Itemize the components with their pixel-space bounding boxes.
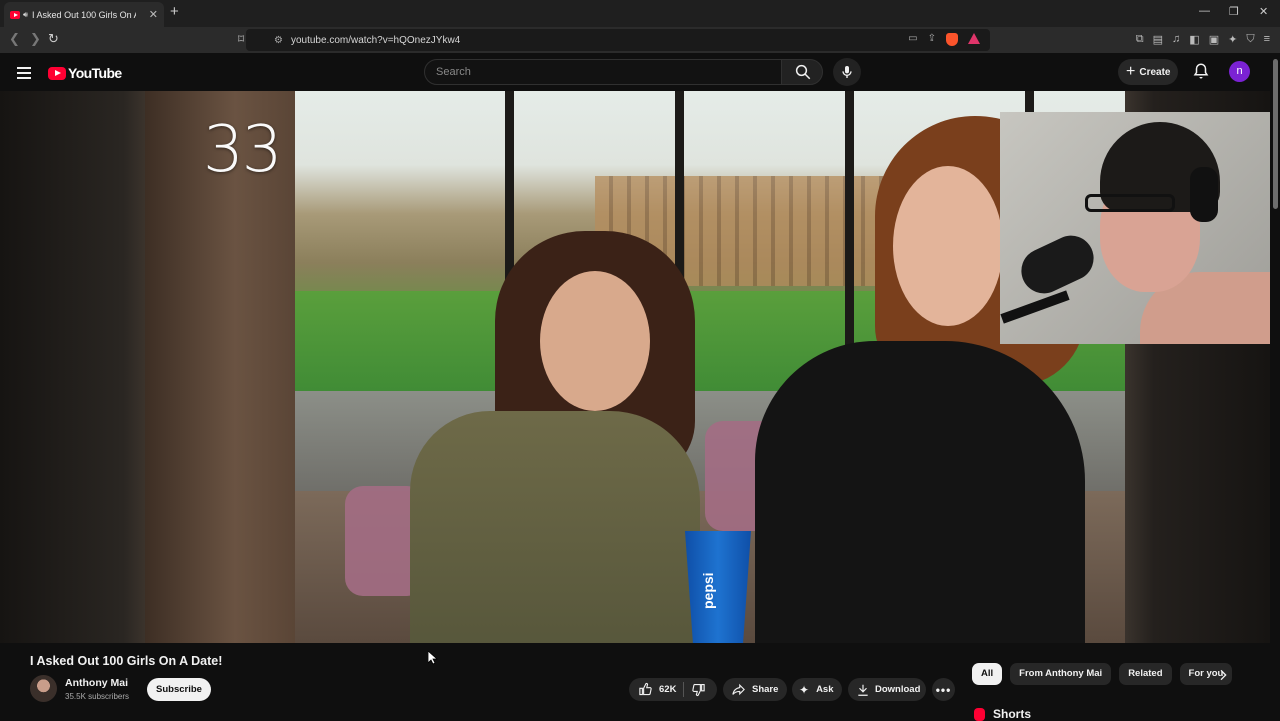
download-icon [858,684,868,696]
chip-from-channel[interactable]: From Anthony Mai [1010,663,1112,685]
video-title: I Asked Out 100 Girls On A Date! [30,654,223,668]
thumbs-down-icon[interactable] [691,682,706,697]
download-label: Download [875,684,921,695]
reload-icon[interactable]: ↻ [48,31,59,47]
overlay-counter: 33 [203,113,282,187]
leo-ai-icon[interactable]: ✦ [1228,33,1237,46]
cup-brand-text: pepsi [700,572,716,610]
video-frame[interactable]: pepsi [145,91,1125,643]
share-icon [732,683,745,696]
channel-name[interactable]: Anthony Mai [65,677,128,689]
mouse-cursor-icon [428,651,438,665]
browser-tab-youtube[interactable]: 🔊︎ I Asked Out 100 Girls On A Da ✕ [4,2,164,27]
youtube-header: YouTube Search + Create n [0,53,1280,91]
glasses [1085,194,1175,212]
address-bar[interactable]: ⌑ ⚙ youtube.com/watch?v=hQOnezJYkw4 ▭ ⇪ [238,29,990,51]
like-count[interactable]: 62K [659,684,676,695]
person-left-body [410,411,700,643]
sparkle-icon: ✦ [799,682,810,697]
subscribe-button[interactable]: Subscribe [147,678,211,701]
divider [683,682,685,697]
extensions-icon[interactable]: ⧉ [1136,33,1144,46]
related-chips: All From Anthony Mai Related For you [972,663,1233,685]
url-text: youtube.com/watch?v=hQOnezJYkw4 [290,34,461,46]
ambient-left [0,91,145,643]
media-icon[interactable]: ♫ [1172,33,1180,46]
tab-close-icon[interactable]: ✕ [149,8,158,21]
tab-title: I Asked Out 100 Girls On A Da [32,9,136,20]
extensions-area: ⧉ ▤ ♫ ◧ ▣ ✦ ⛉ ≡ [1136,33,1270,46]
address-bar-actions: ▭ ⇪ [908,33,980,46]
youtube-play-icon [48,66,66,80]
ask-label: Ask [816,684,834,695]
like-dislike-group: 62K [629,678,717,701]
search-button[interactable] [781,59,823,85]
browser-tabstrip: 🔊︎ I Asked Out 100 Girls On A Da ✕ + — ❐… [0,0,1280,27]
share-button[interactable]: Share [723,678,787,701]
cast-icon[interactable]: ▭ [908,33,917,46]
plus-icon: + [1126,63,1136,80]
chip-all[interactable]: All [972,663,1003,685]
forward-icon[interactable]: ❯ [30,31,41,47]
person-right-body [755,341,1085,643]
sidebar-icon[interactable]: ◧ [1189,33,1199,46]
ask-button[interactable]: ✦ Ask [792,678,842,701]
more-actions-button[interactable]: ••• [932,678,955,701]
guide-menu-icon[interactable] [17,67,31,82]
minimize-button[interactable]: — [1199,5,1210,17]
new-tab-button[interactable]: + [170,3,179,20]
chip-related[interactable]: Related [1119,663,1172,685]
thumbs-up-icon[interactable] [638,682,653,697]
download-button[interactable]: Download [848,678,926,701]
headphones [1190,167,1218,222]
account-avatar[interactable]: n [1229,61,1250,82]
scrollbar-thumb[interactable] [1273,59,1278,209]
brave-shields-icon[interactable] [946,33,958,46]
person-left-face [540,271,650,411]
create-button[interactable]: + Create [1118,59,1178,85]
tab-search-icon[interactable]: ▤ [1153,33,1163,46]
notifications-bell-icon[interactable] [1192,62,1210,80]
microphone-icon [842,66,852,78]
channel-avatar[interactable] [30,675,57,702]
youtube-logo[interactable]: YouTube [48,65,122,81]
vpn-icon[interactable]: ⛉ [1246,33,1254,46]
page-scrollbar[interactable] [1271,53,1280,720]
close-window-button[interactable]: ✕ [1259,5,1268,18]
shorts-shelf-header: Shorts [974,707,1031,721]
restore-button[interactable]: ❐ [1229,5,1239,18]
speaker-icon[interactable]: 🔊︎ [23,10,28,20]
share-page-icon[interactable]: ⇪ [928,33,936,46]
shorts-label: Shorts [993,707,1032,721]
wallet-icon[interactable]: ▣ [1209,33,1219,46]
search-input[interactable]: Search [424,59,782,85]
reaction-camera-overlay [1000,112,1270,344]
create-label: Create [1139,66,1171,78]
brave-rewards-icon[interactable] [968,33,980,44]
person-right-face [893,166,1003,326]
youtube-wordmark: YouTube [68,65,122,81]
shorts-icon [974,707,985,721]
more-icon: ••• [935,682,952,697]
subscriber-count: 35.5K subscribers [65,692,130,701]
search-icon [795,64,811,80]
back-icon[interactable]: ❮ [9,31,20,47]
menu-icon[interactable]: ≡ [1264,33,1270,46]
site-settings-icon[interactable]: ⚙ [274,35,283,46]
youtube-favicon-icon [10,10,20,19]
voice-search-button[interactable] [833,58,861,86]
bookmark-icon[interactable]: ⌑ [238,32,244,46]
browser-toolbar: ❮ ❯ ↻ ⌑ ⚙ youtube.com/watch?v=hQOnezJYkw… [0,27,1280,53]
chevron-right-icon[interactable] [1215,667,1231,683]
share-label: Share [752,684,779,695]
